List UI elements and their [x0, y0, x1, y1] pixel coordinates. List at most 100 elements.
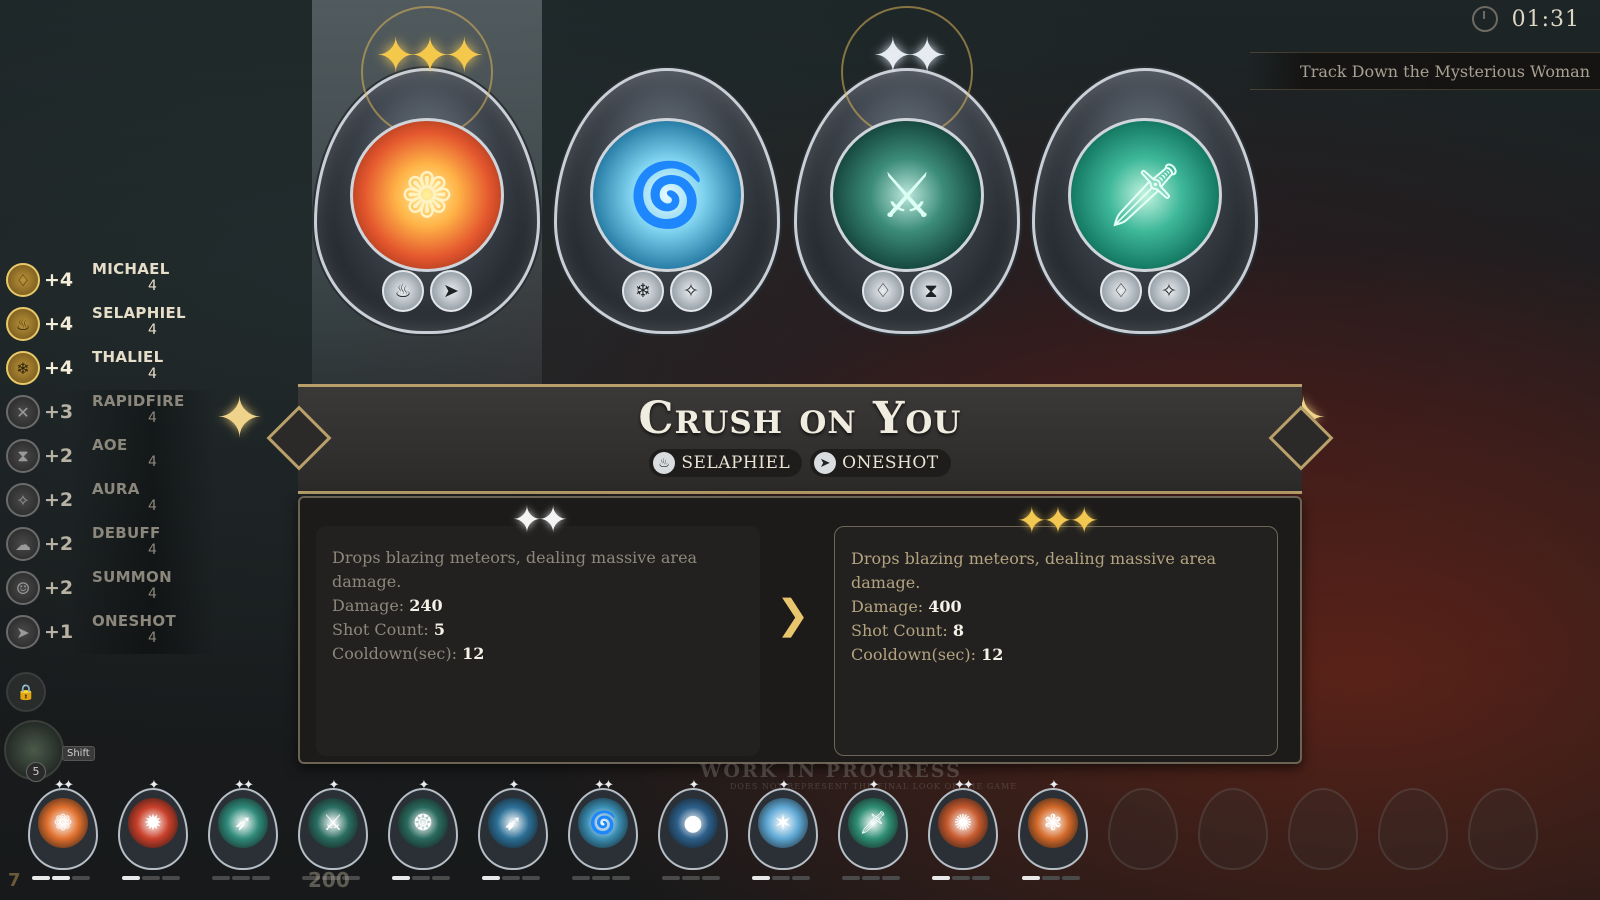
current-cooldown: Cooldown(sec): 12: [332, 644, 485, 663]
synergy-thaliel[interactable]: ❄ +4 THALIEL 4: [6, 346, 216, 390]
upgraded-damage: Damage: 400: [851, 597, 962, 616]
inventory-slot[interactable]: ➹ ✦: [478, 778, 548, 880]
inventory-star-rank: ✦✦: [54, 778, 74, 793]
synergy-count: 4: [148, 410, 157, 426]
skill-choice-tornado[interactable]: 🌀 ❄ ✧: [552, 0, 782, 390]
skill-tag-label: SELAPHIEL: [681, 453, 791, 473]
timer-value: 01:31: [1511, 6, 1580, 32]
upgrade-pip: [772, 876, 790, 880]
inventory-slot[interactable]: ❂ ✦: [388, 778, 458, 880]
upgrade-pips: [32, 876, 90, 880]
synergy-count: 4: [148, 586, 157, 602]
player-level: 7: [8, 870, 21, 891]
inventory-star-rank: ✦: [508, 778, 520, 793]
inventory-egg-frame: [1288, 788, 1358, 870]
michael-tag-icon: ♢: [1100, 270, 1142, 312]
skill-tag-selaphiel: ♨ SELAPHIEL: [649, 449, 803, 477]
inventory-slot[interactable]: ✶ ✦: [748, 778, 818, 880]
synergy-level: +3: [44, 401, 74, 423]
inventory-slot-empty[interactable]: [1108, 788, 1178, 870]
inventory-slot-empty[interactable]: [1198, 788, 1268, 870]
synergy-name: MICHAEL: [92, 260, 170, 278]
inventory-egg-frame: [1378, 788, 1448, 870]
synergy-aura[interactable]: ✧ +2 AURA 4: [6, 478, 216, 522]
synergy-count: 4: [148, 630, 157, 646]
quest-text: Track Down the Mysterious Woman: [1300, 61, 1590, 81]
skill-tag-icons: ♢ ✧: [1100, 270, 1190, 312]
upgrade-pip: [212, 876, 230, 880]
inventory-star-rank: ✦: [148, 778, 160, 793]
clock-icon: [1471, 6, 1498, 32]
inventory-slot[interactable]: 🗡 ✦: [838, 778, 908, 880]
inventory-slot[interactable]: ✺ ✦✦: [928, 778, 998, 880]
synergy-level: +4: [44, 357, 74, 379]
skill-tag-icons: ❄ ✧: [622, 270, 712, 312]
thaliel-tag-icon: ❄: [622, 270, 664, 312]
upgrade-pip: [502, 876, 520, 880]
synergy-level: +4: [44, 313, 74, 335]
inventory-slot-empty[interactable]: [1288, 788, 1358, 870]
synergy-level: +2: [44, 533, 74, 555]
current-damage: Damage: 240: [332, 596, 443, 615]
current-star-rank: ✦✦: [511, 500, 568, 541]
inventory-slot-empty[interactable]: [1378, 788, 1448, 870]
synergy-oneshot[interactable]: ➤ +1 ONESHOT 4: [6, 610, 216, 654]
skill-choice-blade-rain[interactable]: ✦✦ ⚔ ♢ ⧗: [792, 0, 1022, 390]
synergy-count: 4: [148, 498, 157, 514]
synergy-summon[interactable]: ☺ +2 SUMMON 4: [6, 566, 216, 610]
summon-icon: ☺: [6, 571, 40, 605]
lock-icon[interactable]: 🔒: [6, 672, 46, 712]
upgraded-cooldown: Cooldown(sec): 12: [851, 645, 1004, 664]
synergy-michael[interactable]: ♢ +4 MICHAEL 4: [6, 258, 216, 302]
upgrade-pips: [392, 876, 450, 880]
inventory-slot[interactable]: ❁ ✦✦: [28, 778, 98, 880]
skill-choice-crush-on-you[interactable]: ✦✦✦ ❁ ♨ ➤: [312, 0, 542, 390]
synergy-debuff[interactable]: ☁ +2 DEBUFF 4: [6, 522, 216, 566]
inventory-skill-icon: ❃: [1028, 798, 1078, 848]
upgrade-pip: [1062, 876, 1080, 880]
selaphiel-tag-icon: ♨: [382, 270, 424, 312]
synergy-selaphiel[interactable]: ♨ +4 SELAPHIEL 4: [6, 302, 216, 346]
inventory-slot[interactable]: ✹ ✦: [118, 778, 188, 880]
inventory-slot[interactable]: ⚔ ✦: [298, 778, 368, 880]
upgrade-pip: [432, 876, 450, 880]
gold-count: 200: [308, 868, 350, 892]
inventory-star-rank: ✦: [328, 778, 340, 793]
inventory-slot[interactable]: 🌀 ✦✦: [568, 778, 638, 880]
upgrade-pip: [32, 876, 50, 880]
skill-orb-icon: 🌀: [590, 118, 744, 272]
upgrade-pip: [972, 876, 990, 880]
inventory-skill-icon: ●: [668, 798, 718, 848]
upgrade-pips: [932, 876, 990, 880]
star-rank-icon: ✦✦: [872, 28, 947, 84]
upgrade-pip: [682, 876, 700, 880]
inventory-star-rank: ✦: [1048, 778, 1060, 793]
inventory-egg-frame: [1468, 788, 1538, 870]
synergy-level: +2: [44, 445, 74, 467]
flame-icon: ♨: [6, 307, 40, 341]
synergy-count: 4: [148, 366, 157, 382]
inventory-slot[interactable]: ➶ ✦✦: [208, 778, 278, 880]
skill-title: Crush on You: [638, 393, 962, 444]
inventory-skill-icon: ❂: [398, 798, 448, 848]
inventory-slot-empty[interactable]: [1468, 788, 1538, 870]
current-stats-card: ✦✦ Drops blazing meteors, dealing massiv…: [316, 500, 760, 756]
synergy-rapidfire[interactable]: ✕ +3 RAPIDFIRE 4: [6, 390, 216, 434]
upgrade-pip: [752, 876, 770, 880]
inventory-slot[interactable]: ● ✦: [658, 778, 728, 880]
current-description: Drops blazing meteors, dealing massive a…: [332, 548, 698, 591]
character-portrait[interactable]: 5: [4, 720, 64, 782]
skill-choice-sword-wind[interactable]: 🗡 ♢ ✧: [1030, 0, 1260, 390]
inventory-star-rank: ✦: [688, 778, 700, 793]
skill-title-banner: Crush on You ♨ SELAPHIEL ➤ ONESHOT: [298, 384, 1302, 494]
synergy-count: 4: [148, 322, 157, 338]
upgrade-pips: [842, 876, 900, 880]
synergy-aoe[interactable]: ⧗ +2 AOE 4: [6, 434, 216, 478]
inventory-skill-icon: ➹: [488, 798, 538, 848]
debuff-icon: ☁: [6, 527, 40, 561]
synergy-name: SELAPHIEL: [92, 304, 186, 322]
inventory-skill-icon: ✶: [758, 798, 808, 848]
inventory-slot[interactable]: ❃ ✦: [1018, 778, 1088, 880]
upgrade-pip: [662, 876, 680, 880]
synergy-count: 4: [148, 542, 157, 558]
